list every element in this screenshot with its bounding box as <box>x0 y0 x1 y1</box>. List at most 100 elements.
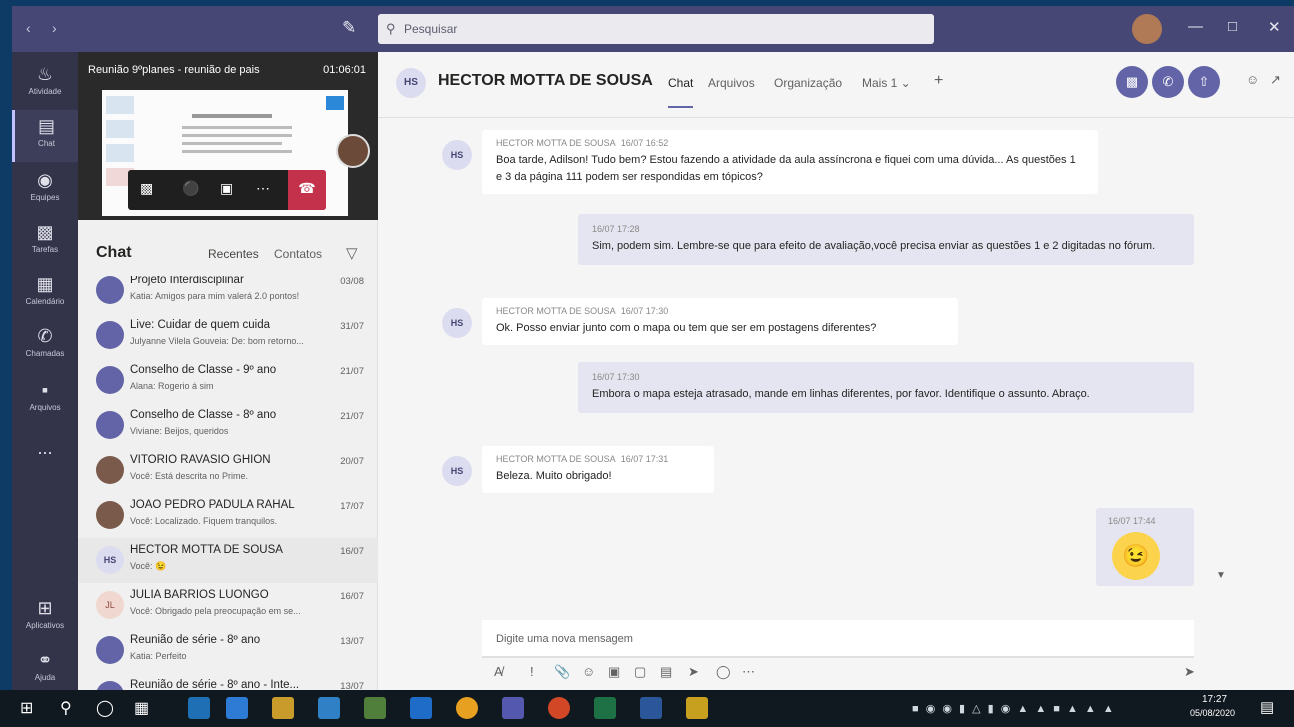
add-tab-button[interactable]: + <box>934 72 943 90</box>
message-text: Ok. Posso enviar junto com o mapa ou tem… <box>496 322 877 334</box>
rail-item-more[interactable]: ... <box>12 432 78 484</box>
chat-list-item[interactable]: VITORIO RAVASIO GHION Você: Está descrita… <box>78 448 378 493</box>
pop-out-icon[interactable]: ↗ <box>1270 72 1281 88</box>
file-explorer-icon[interactable] <box>272 697 294 719</box>
new-chat-icon[interactable]: ✎ <box>342 18 356 38</box>
video-call-button[interactable]: ▩ <box>1116 66 1148 98</box>
chat-list-item[interactable]: Conselho de Classe - 8º ano Viviane: Beij… <box>78 403 378 448</box>
meeting-title: Reunião 9ºplanes - reunião de pais <box>88 64 260 76</box>
rail-item-calendar[interactable]: ▦ Calendário <box>12 268 78 320</box>
cortana-icon[interactable]: ◯ <box>96 698 114 718</box>
emoji-icon[interactable]: ☺ <box>582 664 595 679</box>
message-compose-input[interactable]: Digite uma nova mensagem <box>482 620 1194 658</box>
tab-recent[interactable]: Recentes <box>208 247 259 261</box>
microphone-icon[interactable]: ⚫ <box>182 180 199 197</box>
compose-toolbar: A̸ ! 📎 ☺ ▣ ▢ ▤ ➤ ◯ ⋯ <box>494 664 1194 686</box>
chat-list-item[interactable]: Projeto Interdisciplinar Katia: Amigos pa… <box>78 276 378 313</box>
chat-preview: Você: Localizado. Fiquem tranquilos. <box>130 516 278 526</box>
meet-now-icon[interactable]: ▤ <box>660 664 672 680</box>
attach-icon[interactable]: 📎 <box>554 664 570 680</box>
add-people-icon[interactable]: ☺ <box>1246 72 1259 87</box>
sticky-app-icon[interactable] <box>686 697 708 719</box>
task-view-icon[interactable]: ▦ <box>134 698 149 718</box>
praise-icon[interactable]: ➤ <box>688 664 699 680</box>
chevron-down-icon[interactable]: ▼ <box>1216 570 1226 581</box>
chat-list-item[interactable]: Live: Cuidar de quem cuida Julyanne Vilel… <box>78 313 378 358</box>
more-options-icon[interactable]: ⋯ <box>742 664 755 680</box>
send-icon[interactable]: ➤ <box>1184 664 1195 680</box>
audio-call-button[interactable]: ✆ <box>1152 66 1184 98</box>
more-options-icon[interactable]: ⋯ <box>256 180 270 197</box>
tab-organization[interactable]: Organização <box>774 76 842 90</box>
gif-icon[interactable]: ▣ <box>608 664 620 680</box>
edge-icon[interactable] <box>188 697 210 719</box>
calendar-icon: ▦ <box>36 274 54 294</box>
teams-taskbar-icon[interactable] <box>502 697 524 719</box>
rail-item-files[interactable]: ▪ Arquivos <box>12 374 78 426</box>
chat-list-item[interactable]: HS HECTOR MOTTA DE SOUSA Você: 😉 16/07 <box>78 538 378 583</box>
light-bulb-icon[interactable]: ◯ <box>716 664 731 680</box>
chat-preview: Julyanne Vilela Gouveia: De: bom retorno… <box>130 336 304 346</box>
minimize-icon[interactable]: — <box>1188 18 1203 35</box>
chat-name: JOAO PEDRO PADULA RAHAL <box>130 499 295 511</box>
chat-name: Conselho de Classe - 9º ano <box>130 364 277 376</box>
filter-icon[interactable]: ▽ <box>346 244 358 262</box>
tab-files[interactable]: Arquivos <box>708 76 755 90</box>
word-icon[interactable] <box>640 697 662 719</box>
chat-name: VITORIO RAVASIO GHION <box>130 454 271 466</box>
rail-item-apps[interactable]: ⊞ Aplicativos <box>12 592 78 644</box>
help-icon: ⚭ <box>37 650 53 670</box>
sticker-icon[interactable]: ▢ <box>634 664 646 680</box>
files-icon: ▪ <box>41 380 49 400</box>
chevron-right-icon[interactable]: › <box>52 20 57 36</box>
important-icon[interactable]: ! <box>530 664 534 679</box>
message-time: 16/07 17:30 <box>592 372 640 382</box>
format-icon[interactable]: A̸ <box>494 664 503 679</box>
search-icon: ⚲ <box>386 21 396 36</box>
search-icon[interactable]: ⚲ <box>60 698 72 718</box>
profile-avatar[interactable] <box>1132 14 1162 44</box>
chat-list-item[interactable]: JOAO PEDRO PADULA RAHAL Você: Localizado.… <box>78 493 378 538</box>
internet-explorer-icon[interactable] <box>410 697 432 719</box>
chat-name: JULIA BARRIOS LUONGO <box>130 589 269 601</box>
chat-name: Live: Cuidar de quem cuida <box>130 319 270 331</box>
chevron-left-icon[interactable]: ‹ <box>26 20 31 36</box>
more-icon: ... <box>37 438 53 458</box>
message-text: Embora o mapa esteja atrasado, mande em … <box>592 388 1090 400</box>
rail-item-teams[interactable]: ◉ Equipes <box>12 164 78 216</box>
rail-item-assignments[interactable]: ▩ Tarefas <box>12 216 78 268</box>
notifications-icon[interactable]: ▤ <box>1260 698 1274 716</box>
assignments-icon: ▩ <box>36 222 54 242</box>
search-input[interactable]: ⚲ Pesquisar <box>378 14 934 44</box>
message-author: HECTOR MOTTA DE SOUSA <box>496 306 616 316</box>
tab-chat[interactable]: Chat <box>668 76 694 108</box>
excel-icon[interactable] <box>594 697 616 719</box>
chat-list-item[interactable]: Conselho de Classe - 9º ano Alana: Rogeri… <box>78 358 378 403</box>
rail-item-activity[interactable]: ♨ Atividade <box>12 58 78 110</box>
mail-icon[interactable] <box>318 697 340 719</box>
chat-list-item[interactable]: JL JULIA BARRIOS LUONGO Você: Obrigado pel… <box>78 583 378 628</box>
store-icon[interactable] <box>364 697 386 719</box>
camera-icon[interactable]: ▩ <box>140 180 153 197</box>
powerpoint-icon[interactable] <box>548 697 570 719</box>
chat-date: 16/07 <box>340 546 364 557</box>
maximize-icon[interactable]: □ <box>1228 18 1237 35</box>
tab-more[interactable]: Mais 1 ⌄ <box>862 76 911 90</box>
chrome-icon[interactable] <box>456 697 478 719</box>
hang-up-button[interactable]: ☎ <box>288 170 326 210</box>
rail-item-chat[interactable]: ▤ Chat <box>12 110 78 162</box>
tab-contacts[interactable]: Contatos <box>274 247 322 261</box>
windows-start-icon[interactable]: ⊞ <box>20 698 33 718</box>
rail-item-calls[interactable]: ✆ Chamadas <box>12 320 78 372</box>
screen-share-button[interactable]: ⇧ <box>1188 66 1220 98</box>
rail-item-help[interactable]: ⚭ Ajuda <box>12 644 78 690</box>
close-icon[interactable]: ✕ <box>1268 18 1281 36</box>
chat-list-item[interactable]: Reunião de série - 8º ano - Inte... 13/07 <box>78 673 378 690</box>
chat-name: Conselho de Classe - 8º ano <box>130 409 277 421</box>
message-author: HECTOR MOTTA DE SOUSA <box>496 138 616 148</box>
system-tray[interactable]: ■ ◉ ◉ ▮ △ ▮ ◉ ▲ ▲ ■ ▲ ▲ ▲ <box>912 702 1116 715</box>
chat-list-item[interactable]: Reunião de série - 8º ano Katia: Perfeito… <box>78 628 378 673</box>
network-app-icon[interactable] <box>226 697 248 719</box>
share-screen-icon[interactable]: ▣ <box>220 180 233 197</box>
meeting-preview[interactable]: Reunião 9ºplanes - reunião de pais 01:06… <box>78 52 378 220</box>
